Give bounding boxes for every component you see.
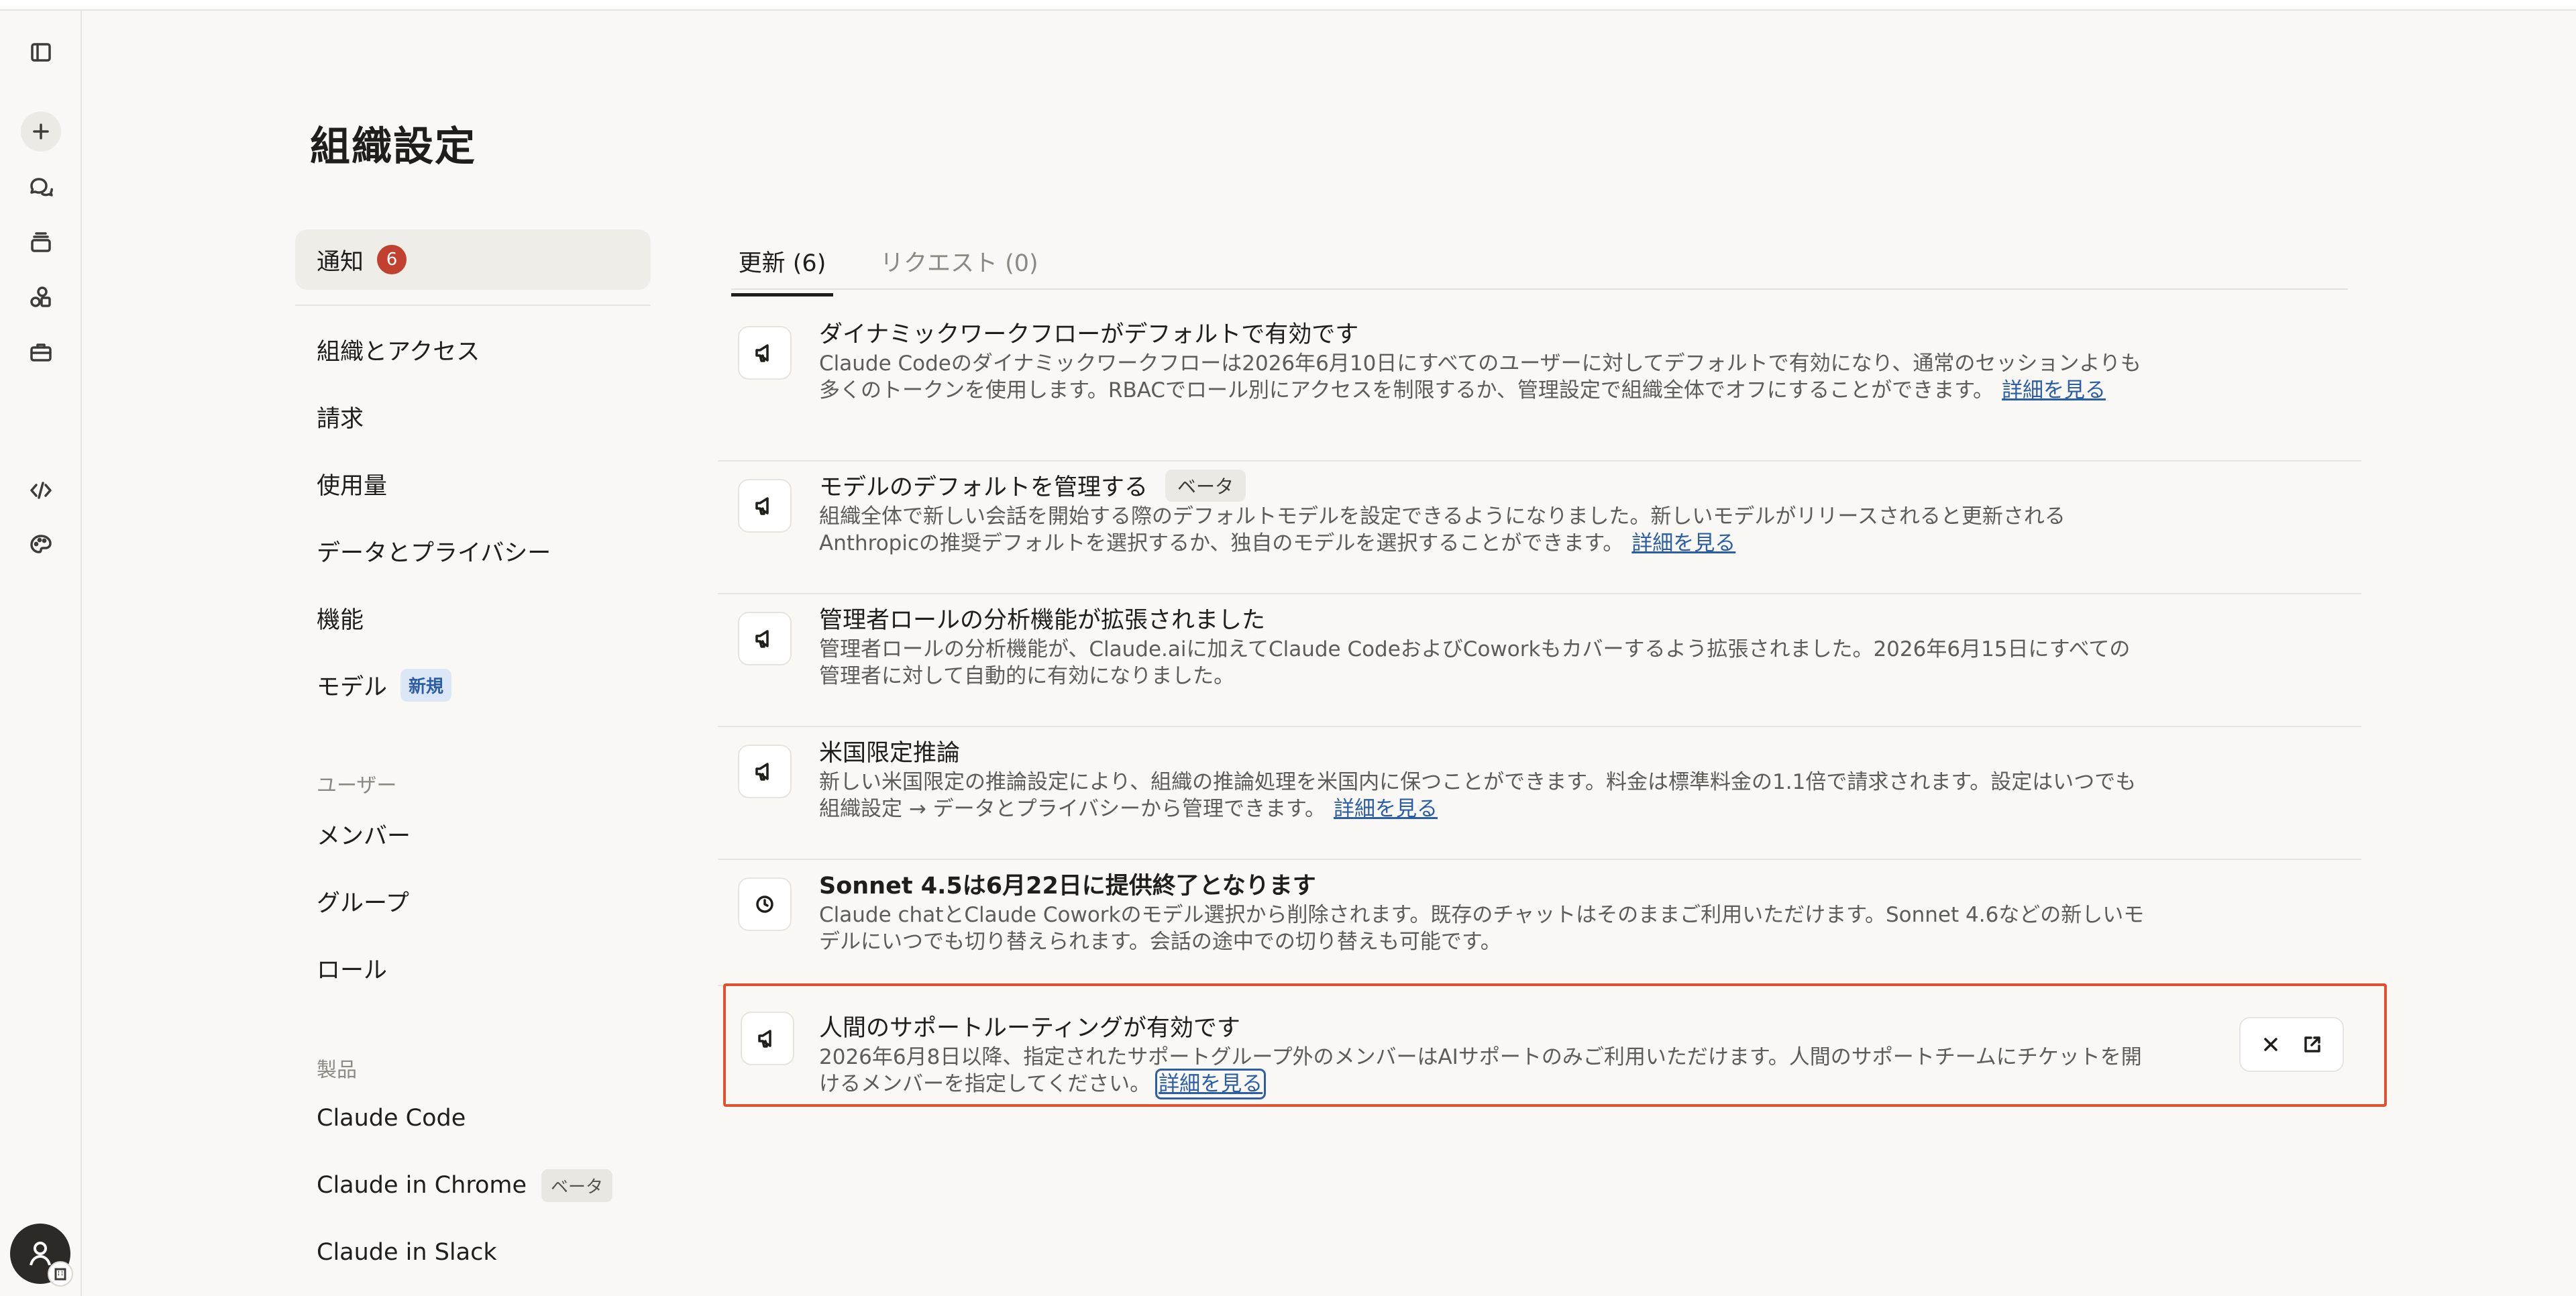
notification-item-highlighted: 人間のサポートルーティングが有効です 2026年6月8日以降、指定されたサポート… [723,983,2387,1107]
notification-title: ダイナミックワークフローがデフォルトで有効です [819,321,1359,348]
nav-item-features[interactable]: 機能 [295,588,651,648]
clock-icon [738,877,792,931]
beta-badge: ベータ [1165,469,1246,502]
megaphone-icon [738,479,792,533]
learn-more-link[interactable]: 詳細を見る [1631,531,1735,555]
nav-item-org-access[interactable]: 組織とアクセス [295,319,651,380]
tools-icon[interactable] [21,332,61,372]
nav-item-models[interactable]: モデル 新規 [295,655,651,715]
nav-item-label: Claude in Slack [317,1239,497,1266]
external-link-icon [2304,1036,2320,1052]
nav-item-label: Claude in Chrome [317,1172,527,1199]
nav-item-label: データとプライバシー [317,539,551,567]
nav-item-notifications[interactable]: 通知 6 [295,229,651,290]
nav-item-usage[interactable]: 使用量 [295,453,651,514]
page-title: 組織設定 [310,123,476,170]
notification-title: Sonnet 4.5は6月22日に提供終了となります [819,873,1316,900]
notification-body: Claude chatとClaude Coworkのモデル選択から削除されます。… [819,903,2145,954]
nav-item-label: モデル [317,673,388,701]
nav-item-members[interactable]: メンバー [295,804,651,864]
notification-title: 管理者ロールの分析機能が拡張されました [819,607,1266,634]
notification-item: Sonnet 4.5は6月22日に提供終了となります Claude chatとC… [718,860,2361,986]
tab-requests[interactable]: リクエスト (0) [880,244,1038,292]
nav-item-label: 請求 [317,405,364,433]
notification-body: 新しい米国限定の推論設定により、組織の推論処理を米国内に保つことができます。料金… [819,770,2137,821]
nav-divider [295,305,651,306]
nav-section-products: 製品 [317,1059,357,1082]
nav-item-label: 組織とアクセス [317,338,480,366]
window-top-bar [0,0,2576,11]
megaphone-icon [741,1012,794,1065]
nav-item-roles[interactable]: ロール [295,938,651,998]
notification-count-badge: 6 [377,245,407,274]
notification-item: モデルのデフォルトを管理する ベータ 組織全体で新しい会話を開始する際のデフォルト… [718,462,2361,594]
notification-title: 米国限定推論 [819,740,961,767]
notification-item: ダイナミックワークフローがデフォルトで有効です Claude Codeのダイナミ… [718,309,2361,462]
nav-item-claude-code[interactable]: Claude Code [295,1088,651,1148]
notification-item: 管理者ロールの分析機能が拡張されました 管理者ロールの分析機能が、Claude.… [718,594,2361,727]
nav-item-claude-in-chrome[interactable]: Claude in Chrome ベータ [295,1155,651,1216]
app-rail [0,11,82,1296]
notification-body: 2026年6月8日以降、指定されたサポートグループ外のメンバーはAIサポートのみ… [819,1045,2142,1099]
learn-more-link[interactable]: 詳細を見る [2002,378,2106,402]
tab-updates[interactable]: 更新 (6) [731,244,833,296]
notification-item: 米国限定推論 新しい米国限定の推論設定により、組織の推論処理を米国内に保つことが… [718,727,2361,860]
artifacts-icon[interactable] [21,277,61,317]
dismiss-button[interactable] [2252,1026,2290,1063]
megaphone-icon [738,745,792,798]
chats-icon[interactable] [21,167,61,207]
megaphone-icon [738,612,792,665]
nav-item-label: 通知 [317,248,364,276]
tab-bar: 更新 (6) リクエスト (0) [731,235,2348,296]
new-badge: 新規 [400,668,452,702]
organization-icon [48,1261,73,1287]
open-external-button[interactable] [2294,1026,2331,1063]
nav-section-users: ユーザー [317,774,397,798]
projects-icon[interactable] [21,222,61,262]
nav-item-label: ロール [317,957,388,984]
nav-item-label: メンバー [317,822,411,850]
nav-item-claude-in-slack[interactable]: Claude in Slack [295,1222,651,1283]
notification-title: 人間のサポートルーティングが有効です [819,1015,1240,1042]
nav-item-label: 機能 [317,606,364,634]
palette-icon[interactable] [21,525,61,565]
avatar[interactable] [10,1224,73,1287]
notification-title: モデルのデフォルトを管理する ベータ [819,468,1246,502]
close-icon [2264,1038,2277,1051]
sidebar-toggle-icon[interactable] [21,32,61,72]
nav-item-label: Claude Code [317,1105,466,1132]
code-icon[interactable] [21,470,61,510]
nav-item-data-privacy[interactable]: データとプライバシー [295,521,651,581]
notification-actions [2239,1017,2344,1072]
megaphone-icon [738,326,792,380]
nav-item-label: グループ [317,889,409,917]
new-chat-icon[interactable] [21,111,61,152]
notification-body: Claude Codeのダイナミックワークフローは2026年6月10日にすべての… [819,352,2141,402]
learn-more-link[interactable]: 詳細を見る [1334,797,1438,821]
notification-body: 管理者ロールの分析機能が、Claude.aiに加えてClaude Codeおよび… [819,637,2131,688]
learn-more-link[interactable]: 詳細を見る [1155,1069,1267,1099]
nav-item-billing[interactable]: 請求 [295,386,651,447]
nav-item-label: 使用量 [317,472,388,500]
beta-badge: ベータ [541,1169,612,1202]
notification-body: 組織全体で新しい会話を開始する際のデフォルトモデルを設定できるようになりました。… [819,504,2065,555]
nav-item-groups[interactable]: グループ [295,871,651,931]
